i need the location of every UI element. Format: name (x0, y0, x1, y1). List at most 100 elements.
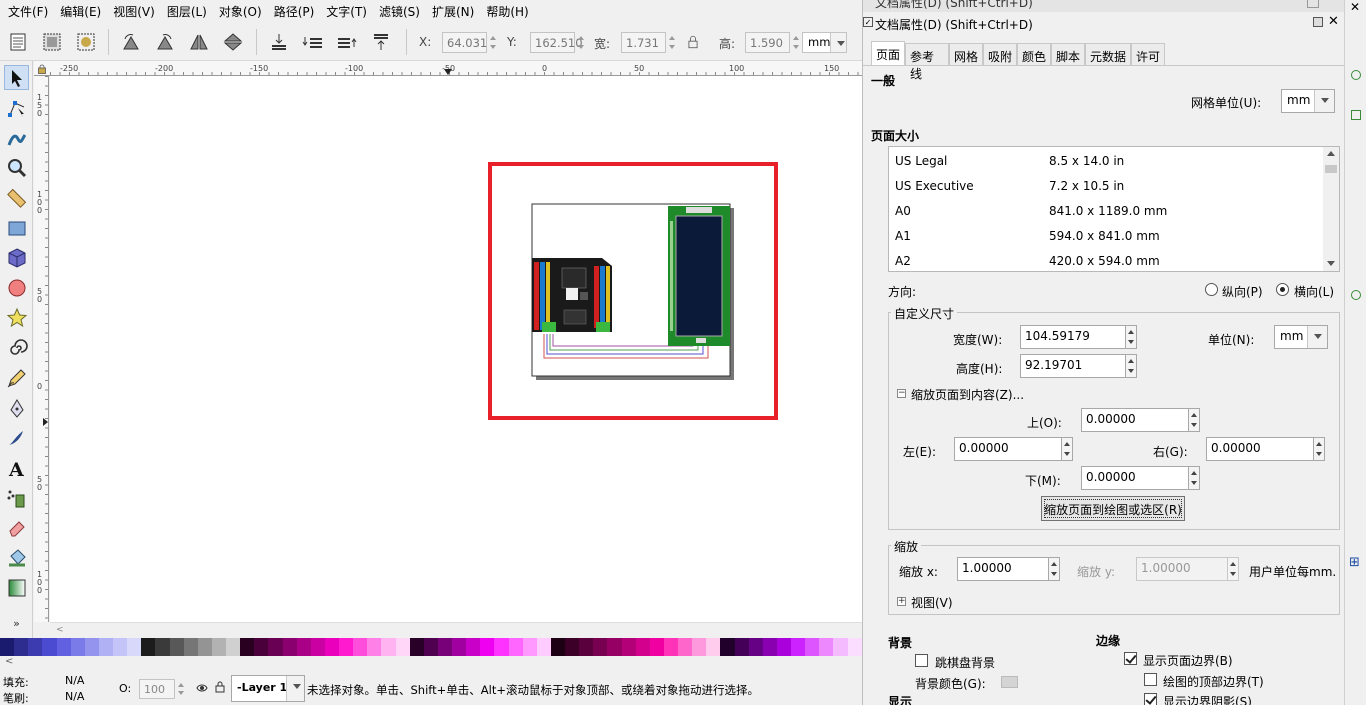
palette-swatch[interactable] (254, 638, 269, 656)
palette-swatch[interactable] (805, 638, 820, 656)
palette-swatch[interactable] (678, 638, 693, 656)
more-tools-icon[interactable]: » (4, 611, 29, 636)
palette-swatch[interactable] (635, 638, 650, 656)
gradient-tool-icon[interactable] (4, 575, 29, 600)
strip-icon[interactable] (1351, 110, 1361, 120)
layer-select[interactable]: -Layer 1 (231, 675, 305, 702)
palette-swatch[interactable] (706, 638, 721, 656)
width-spinner[interactable] (1126, 325, 1137, 349)
right-margin-input[interactable]: 0.00000 (1206, 437, 1314, 461)
left-margin-spinner[interactable] (1062, 437, 1073, 461)
palette-swatch[interactable] (776, 638, 791, 656)
resize-expander-icon[interactable]: − (897, 389, 906, 398)
y-spinner[interactable] (576, 32, 586, 53)
ellipse-tool-icon[interactable] (4, 275, 29, 300)
palette-swatch[interactable] (579, 638, 594, 656)
palette-swatch[interactable] (28, 638, 43, 656)
palette-swatch[interactable] (127, 638, 142, 656)
menu-layer[interactable]: 图层(L) (161, 3, 213, 20)
bottom-margin-input[interactable]: 0.00000 (1081, 466, 1189, 490)
raise-icon[interactable] (334, 29, 360, 55)
rotate-ccw-icon[interactable] (118, 29, 144, 55)
resize-page-button[interactable]: 缩放页面到绘图或选区(R) (1041, 496, 1185, 521)
list-item[interactable]: A0 841.0 x 1189.0 mm (889, 199, 1323, 224)
palette-swatch[interactable] (720, 638, 735, 656)
strip-close-icon[interactable]: ✕ (1350, 0, 1360, 14)
palette-swatch[interactable] (480, 638, 495, 656)
right-margin-spinner[interactable] (1314, 437, 1325, 461)
palette-swatch[interactable] (607, 638, 622, 656)
palette-swatch[interactable] (395, 638, 410, 656)
top-margin-input[interactable]: 0.00000 (1081, 408, 1189, 432)
menu-text[interactable]: 文字(T) (320, 3, 373, 20)
select-all-layers-icon[interactable] (39, 29, 65, 55)
palette-swatch[interactable] (409, 638, 424, 656)
palette-swatch[interactable] (550, 638, 565, 656)
palette-swatch[interactable] (508, 638, 523, 656)
opacity-input[interactable]: 100 (139, 679, 175, 699)
menu-edit[interactable]: 编辑(E) (54, 3, 107, 20)
palette-swatch[interactable] (423, 638, 438, 656)
menu-help[interactable]: 帮助(H) (480, 3, 534, 20)
palette-swatch[interactable] (367, 638, 382, 656)
spiral-tool-icon[interactable] (4, 335, 29, 360)
landscape-radio[interactable] (1276, 283, 1289, 296)
y-input[interactable]: 162.510 (530, 32, 583, 53)
palette-swatch[interactable] (353, 638, 368, 656)
unit-select[interactable]: mm (802, 32, 847, 53)
palette-swatch[interactable] (310, 638, 325, 656)
lock-icon[interactable] (684, 29, 702, 55)
palette-swatch[interactable] (0, 638, 15, 656)
menu-filters[interactable]: 滤镜(S) (373, 3, 426, 20)
flip-horizontal-icon[interactable] (186, 29, 212, 55)
select-all-icon[interactable] (5, 29, 31, 55)
palette-swatch[interactable] (155, 638, 170, 656)
palette-swatch[interactable] (141, 638, 156, 656)
panel-check-icon[interactable]: ✓ (863, 17, 873, 27)
maximize-button[interactable] (1307, 0, 1319, 8)
palette-swatch[interactable] (14, 638, 29, 656)
ruler-lock-icon[interactable] (37, 63, 47, 74)
palette-swatch[interactable] (649, 638, 664, 656)
tab-color[interactable]: 颜色 (1017, 43, 1051, 65)
bottom-margin-spinner[interactable] (1189, 466, 1200, 490)
node-tool-icon[interactable] (4, 95, 29, 120)
viewbox-label[interactable]: 视图(V) (911, 594, 953, 611)
calligraphy-tool-icon[interactable] (4, 425, 29, 450)
rectangle-tool-icon[interactable] (4, 215, 29, 240)
deselect-icon[interactable] (73, 29, 99, 55)
tab-grids[interactable]: 网格 (949, 43, 983, 65)
menu-extensions[interactable]: 扩展(N) (426, 3, 480, 20)
palette-swatch[interactable] (565, 638, 580, 656)
palette-swatch[interactable] (437, 638, 452, 656)
palette-swatch[interactable] (833, 638, 848, 656)
palette-swatch[interactable] (70, 638, 85, 656)
page-size-scrollbar[interactable] (1323, 147, 1339, 271)
list-item[interactable]: A2 420.0 x 594.0 mm (889, 249, 1323, 271)
resize-to-content-label[interactable]: 缩放页面到内容(Z)... (911, 386, 1024, 403)
palette-scrollbar[interactable]: < (0, 656, 862, 670)
tab-metadata[interactable]: 元数据 (1085, 43, 1131, 65)
palette-swatch[interactable] (847, 638, 862, 656)
palette-swatch[interactable] (452, 638, 467, 656)
layer-lock-icon[interactable] (214, 681, 226, 693)
palette-swatch[interactable] (381, 638, 396, 656)
menu-file[interactable]: 文件(F) (2, 3, 54, 20)
paint-bucket-tool-icon[interactable] (4, 545, 29, 570)
checkerboard-checkbox[interactable] (915, 654, 928, 667)
width-input[interactable]: 1.731 (621, 32, 666, 53)
palette-swatch[interactable] (734, 638, 749, 656)
palette-swatch[interactable] (84, 638, 99, 656)
strip-icon[interactable] (1351, 70, 1361, 80)
color-palette[interactable] (0, 638, 862, 656)
measure-tool-icon[interactable] (4, 185, 29, 210)
tweak-tool-icon[interactable] (4, 125, 29, 150)
opacity-spinner[interactable] (176, 679, 186, 699)
grid-unit-select[interactable]: mm (1281, 89, 1335, 113)
list-item[interactable]: US Legal 8.5 x 14.0 in (889, 149, 1323, 174)
palette-swatch[interactable] (522, 638, 537, 656)
tab-page[interactable]: 页面 (871, 41, 905, 66)
stroke-value[interactable]: N/A (65, 690, 84, 703)
viewbox-expander-icon[interactable]: + (897, 597, 906, 606)
unit-select[interactable]: mm (1274, 325, 1328, 349)
